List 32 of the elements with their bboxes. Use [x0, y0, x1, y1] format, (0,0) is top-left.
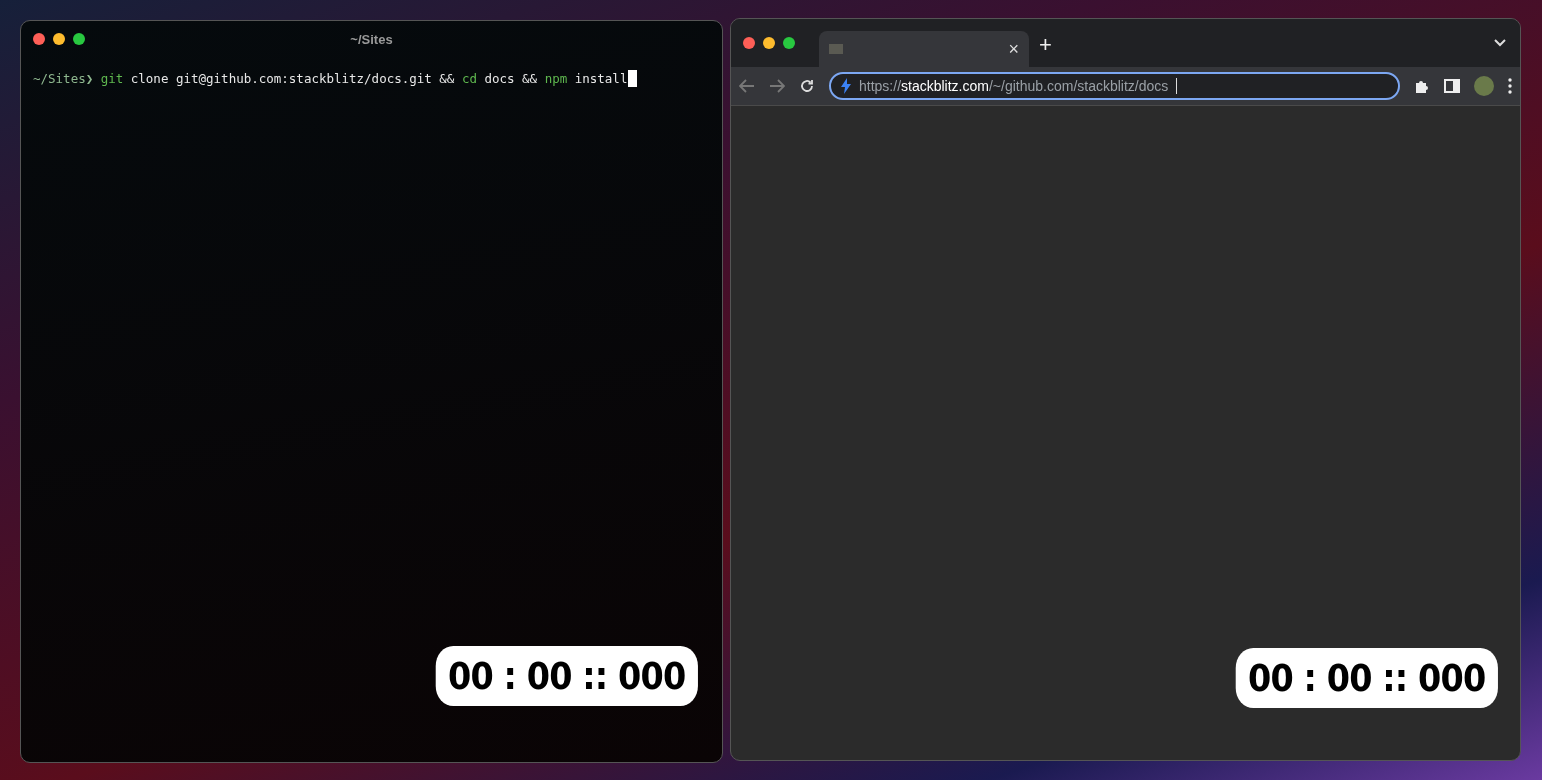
address-bar[interactable]: https://stackblitz.com/~/github.com/stackblitz/docs — [829, 72, 1400, 100]
stopwatch-timer: 00 : 00 :: 000 — [1236, 648, 1498, 708]
chevron-down-icon[interactable] — [1494, 39, 1506, 47]
command-text: git — [100, 71, 124, 86]
zoom-window-button[interactable] — [783, 37, 795, 49]
stopwatch-timer: 00 : 00 :: 000 — [436, 646, 698, 706]
command-text: npm — [544, 71, 568, 86]
zoom-window-button[interactable] — [73, 33, 85, 45]
back-arrow-icon[interactable] — [739, 79, 755, 93]
text-cursor — [627, 70, 637, 87]
lightning-bolt-icon — [841, 78, 851, 94]
command-text: docs && — [484, 71, 538, 86]
more-menu-icon[interactable] — [1508, 78, 1512, 94]
new-tab-button[interactable]: + — [1039, 32, 1052, 58]
browser-tab[interactable]: × — [819, 31, 1029, 67]
close-tab-button[interactable]: × — [1008, 38, 1019, 60]
forward-arrow-icon[interactable] — [769, 79, 785, 93]
window-title: ~/Sites — [350, 31, 393, 47]
profile-avatar[interactable] — [1474, 76, 1494, 96]
close-window-button[interactable] — [33, 33, 45, 45]
url-text: https://stackblitz.com/~/github.com/stackblitz/docs — [859, 78, 1169, 94]
puzzle-piece-icon[interactable] — [1414, 78, 1430, 94]
reload-icon[interactable] — [799, 78, 815, 94]
command-text: clone git@github.com:stackblitz/docs.git && — [130, 71, 455, 86]
tab-favicon-icon — [829, 44, 843, 54]
shell-prompt: ~/Sites❯ — [33, 71, 94, 86]
side-panel-icon[interactable] — [1444, 79, 1460, 93]
close-window-button[interactable] — [743, 37, 755, 49]
command-text: install — [574, 71, 628, 86]
minimize-window-button[interactable] — [53, 33, 65, 45]
command-text: cd — [461, 71, 477, 86]
minimize-window-button[interactable] — [763, 37, 775, 49]
